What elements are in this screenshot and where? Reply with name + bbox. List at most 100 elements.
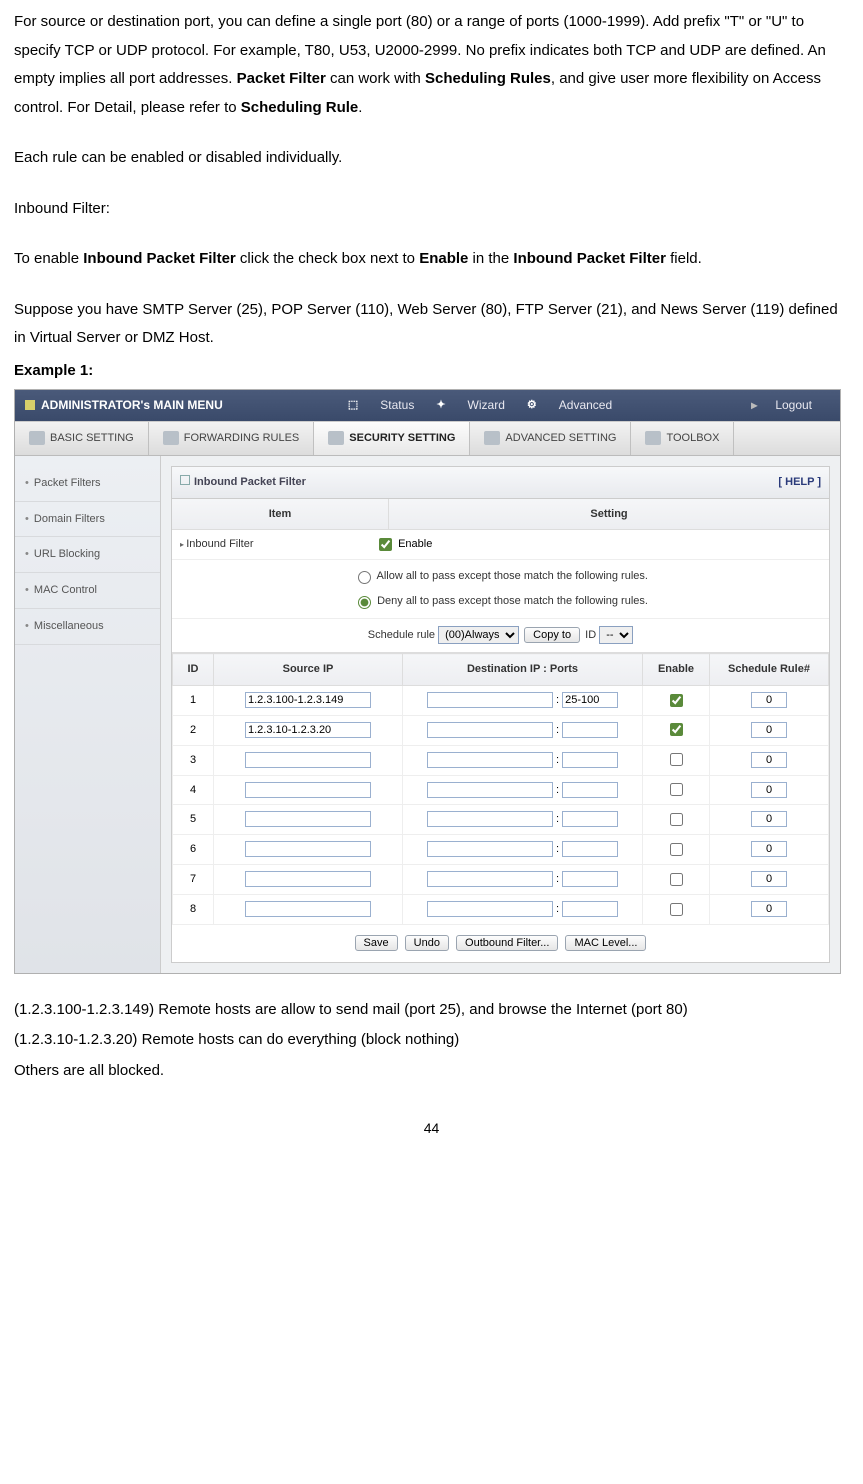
row-enable-checkbox[interactable] <box>670 873 683 886</box>
row-id: 6 <box>173 835 214 865</box>
ports-input[interactable] <box>562 692 618 708</box>
schedule-rule-input[interactable] <box>751 692 787 708</box>
source-ip-input[interactable] <box>245 752 371 768</box>
inbound-filter-row: Inbound Filter Enable <box>172 530 829 560</box>
row-enable-checkbox[interactable] <box>670 843 683 856</box>
sidebar-item-miscellaneous[interactable]: Miscellaneous <box>15 609 160 645</box>
id-select[interactable]: -- <box>599 626 633 644</box>
allow-radio[interactable] <box>358 571 371 584</box>
item-header: Item <box>172 499 389 530</box>
advanced-tab-icon <box>484 431 500 445</box>
tab-advanced-setting[interactable]: ADVANCED SETTING <box>470 422 631 455</box>
schedule-rule-row: Schedule rule (00)Always Copy to ID -- <box>172 619 829 653</box>
row-enable-checkbox[interactable] <box>670 813 683 826</box>
row-id: 7 <box>173 865 214 895</box>
ports-input[interactable] <box>562 901 618 917</box>
schedule-rule-input[interactable] <box>751 871 787 887</box>
row-enable-checkbox[interactable] <box>670 903 683 916</box>
ports-input[interactable] <box>562 811 618 827</box>
dest-ip-input[interactable] <box>427 811 553 827</box>
outbound-filter-button[interactable]: Outbound Filter... <box>456 935 558 951</box>
row-id: 3 <box>173 745 214 775</box>
status-icon: ⬚ <box>348 395 358 416</box>
ports-input[interactable] <box>562 841 618 857</box>
copy-to-button[interactable]: Copy to <box>524 627 580 643</box>
sidebar-item-url-blocking[interactable]: URL Blocking <box>15 537 160 573</box>
row-enable-checkbox[interactable] <box>670 723 683 736</box>
router-admin-screenshot: ADMINISTRATOR's MAIN MENU ⬚ Status ✦ Wiz… <box>14 389 841 974</box>
schedule-rule-input[interactable] <box>751 811 787 827</box>
setting-header: Setting <box>389 499 829 530</box>
table-row: 1 : <box>173 685 829 715</box>
schedule-rule-select[interactable]: (00)Always <box>438 626 519 644</box>
square-icon <box>25 400 35 410</box>
panel-header: Inbound Packet Filter [ HELP ] <box>172 467 829 499</box>
source-ip-input[interactable] <box>245 841 371 857</box>
enable-checkbox[interactable] <box>379 538 392 551</box>
schedule-rule-input[interactable] <box>751 722 787 738</box>
inbound-packet-filter-panel: Inbound Packet Filter [ HELP ] Item Sett… <box>171 466 830 963</box>
tab-forwarding-rules[interactable]: FORWARDING RULES <box>149 422 315 455</box>
source-ip-input[interactable] <box>245 692 371 708</box>
ports-input[interactable] <box>562 752 618 768</box>
wizard-icon: ✦ <box>436 395 445 416</box>
intro-paragraph-3: Inbound Filter: <box>14 195 849 224</box>
table-row: 3 : <box>173 745 829 775</box>
top-menu-bar: ADMINISTRATOR's MAIN MENU ⬚ Status ✦ Wiz… <box>15 390 840 421</box>
dest-ip-input[interactable] <box>427 871 553 887</box>
dest-ip-input[interactable] <box>427 752 553 768</box>
deny-label: Deny all to pass except those match the … <box>377 595 648 607</box>
sidebar-item-domain-filters[interactable]: Domain Filters <box>15 502 160 538</box>
row-enable-checkbox[interactable] <box>670 753 683 766</box>
allow-label: Allow all to pass except those match the… <box>376 570 647 582</box>
ports-input[interactable] <box>562 871 618 887</box>
table-row: 6 : <box>173 835 829 865</box>
ports-input[interactable] <box>562 722 618 738</box>
row-enable-checkbox[interactable] <box>670 694 683 707</box>
col-dest-ip-ports: Destination IP : Ports <box>403 654 643 686</box>
row-enable-checkbox[interactable] <box>670 783 683 796</box>
dest-ip-input[interactable] <box>427 692 553 708</box>
source-ip-input[interactable] <box>245 722 371 738</box>
ports-input[interactable] <box>562 782 618 798</box>
toolbox-icon <box>645 431 661 445</box>
wizard-link[interactable]: Wizard <box>468 394 505 417</box>
dest-ip-input[interactable] <box>427 722 553 738</box>
row-id: 8 <box>173 895 214 925</box>
schedule-rule-input[interactable] <box>751 782 787 798</box>
schedule-rule-input[interactable] <box>751 901 787 917</box>
logout-link[interactable]: Logout <box>775 394 812 417</box>
dest-ip-input[interactable] <box>427 841 553 857</box>
advanced-link[interactable]: Advanced <box>559 394 612 417</box>
tab-toolbox[interactable]: TOOLBOX <box>631 422 734 455</box>
source-ip-input[interactable] <box>245 811 371 827</box>
schedule-rule-label: Schedule rule <box>368 629 435 641</box>
dest-ip-input[interactable] <box>427 901 553 917</box>
inbound-filter-label: Inbound Filter <box>180 534 375 555</box>
mac-level-button[interactable]: MAC Level... <box>565 935 646 951</box>
button-row: Save Undo Outbound Filter... MAC Level..… <box>172 925 829 962</box>
sidebar: Packet Filters Domain Filters URL Blocki… <box>15 456 161 973</box>
save-button[interactable]: Save <box>355 935 398 951</box>
undo-button[interactable]: Undo <box>405 935 449 951</box>
table-row: 7 : <box>173 865 829 895</box>
dest-ip-input[interactable] <box>427 782 553 798</box>
source-ip-input[interactable] <box>245 871 371 887</box>
source-ip-input[interactable] <box>245 901 371 917</box>
source-ip-input[interactable] <box>245 782 371 798</box>
col-source-ip: Source IP <box>214 654 403 686</box>
sidebar-item-packet-filters[interactable]: Packet Filters <box>15 466 160 502</box>
deny-radio[interactable] <box>358 596 371 609</box>
schedule-rule-input[interactable] <box>751 752 787 768</box>
tab-basic-setting[interactable]: BASIC SETTING <box>15 422 149 455</box>
row-id: 1 <box>173 685 214 715</box>
col-enable: Enable <box>643 654 710 686</box>
enable-label: Enable <box>398 538 432 550</box>
schedule-rule-input[interactable] <box>751 841 787 857</box>
sidebar-item-mac-control[interactable]: MAC Control <box>15 573 160 609</box>
row-id: 4 <box>173 775 214 805</box>
tab-security-setting[interactable]: SECURITY SETTING <box>314 422 470 455</box>
col-id: ID <box>173 654 214 686</box>
help-link[interactable]: [ HELP ] <box>778 472 821 493</box>
status-link[interactable]: Status <box>380 394 414 417</box>
